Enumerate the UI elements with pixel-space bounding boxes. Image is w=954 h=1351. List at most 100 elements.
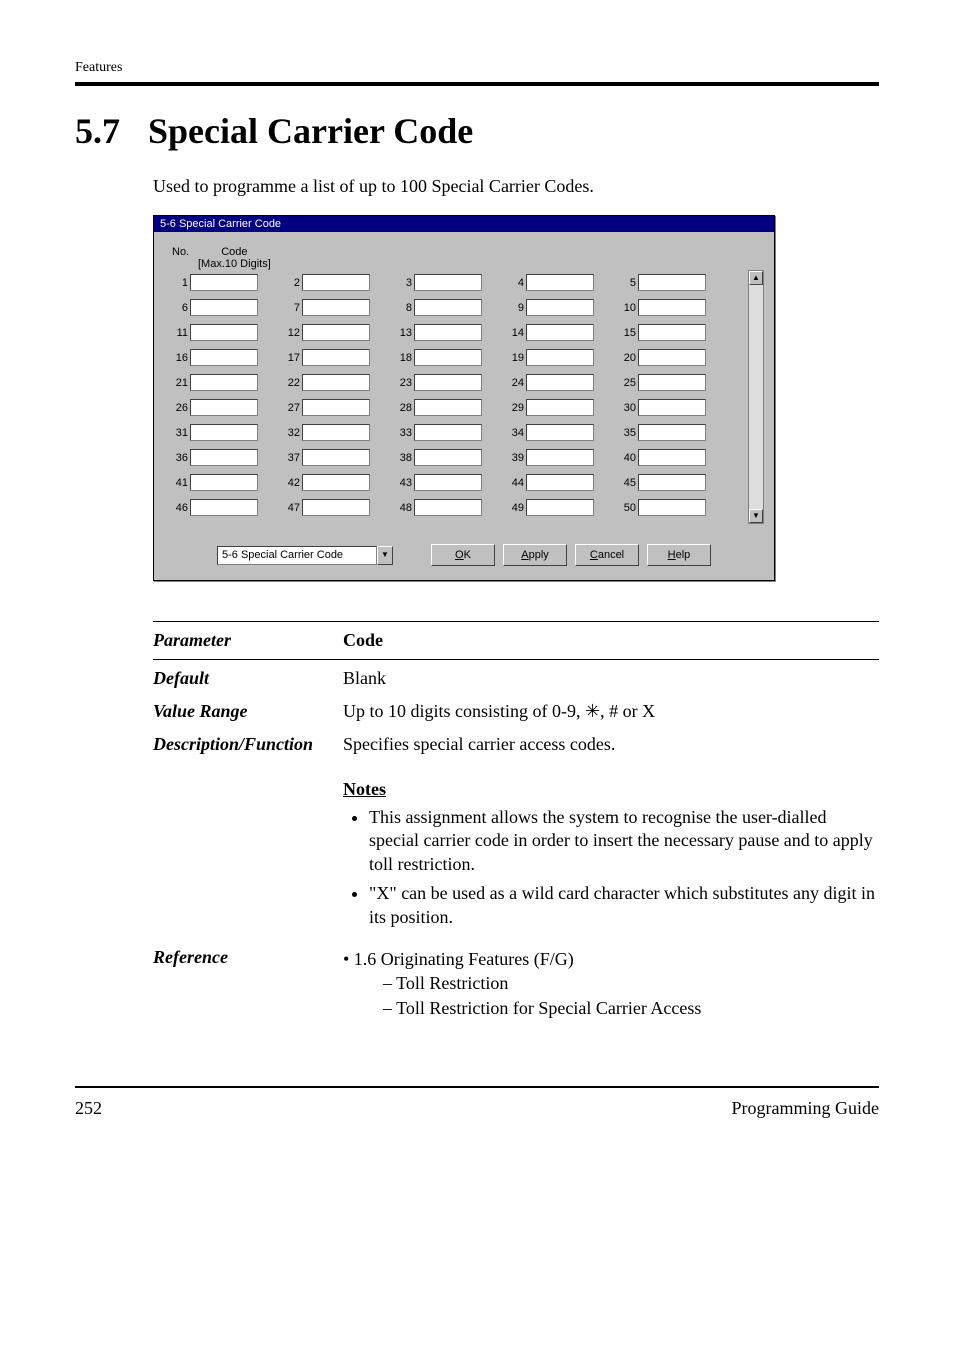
scrollbar[interactable]: ▲ ▼ xyxy=(748,270,764,524)
grid-cell: 45 xyxy=(618,474,706,491)
help-button[interactable]: Help xyxy=(647,544,711,566)
param-row-notes: Notes This assignment allows the system … xyxy=(153,761,879,941)
notes-heading: Notes xyxy=(343,779,879,800)
code-input[interactable] xyxy=(414,424,482,441)
grid-cell: 48 xyxy=(394,499,482,516)
code-input[interactable] xyxy=(414,399,482,416)
grid-cell: 15 xyxy=(618,324,706,341)
cell-number-label: 35 xyxy=(618,427,638,439)
code-input[interactable] xyxy=(414,449,482,466)
code-input[interactable] xyxy=(638,349,706,366)
code-input[interactable] xyxy=(638,424,706,441)
param-block: Parameter Code Default Blank Value Range… xyxy=(153,621,879,1026)
code-input[interactable] xyxy=(638,499,706,516)
grid-cell: 44 xyxy=(506,474,594,491)
dialog-button-row: 5-6 Special Carrier Code ▼ OK Apply Canc… xyxy=(164,538,764,570)
footer-title: Programming Guide xyxy=(732,1098,879,1119)
apply-button[interactable]: Apply xyxy=(503,544,567,566)
grid-row: 4647484950 xyxy=(170,497,740,522)
cell-number-label: 11 xyxy=(170,327,190,339)
code-input[interactable] xyxy=(190,399,258,416)
code-input[interactable] xyxy=(638,474,706,491)
grid-cell: 36 xyxy=(170,449,258,466)
code-input[interactable] xyxy=(414,349,482,366)
code-input[interactable] xyxy=(190,499,258,516)
label-notes-empty xyxy=(153,771,343,935)
cell-number-label: 9 xyxy=(506,302,526,314)
code-input[interactable] xyxy=(414,299,482,316)
section-name: Special Carrier Code xyxy=(148,111,473,151)
code-input[interactable] xyxy=(302,374,370,391)
code-input[interactable] xyxy=(414,324,482,341)
note-item-2: "X" can be used as a wild card character… xyxy=(369,882,879,929)
running-head: Features xyxy=(75,60,879,76)
grid-cell: 5 xyxy=(618,274,706,291)
intro-text: Used to programme a list of up to 100 Sp… xyxy=(153,176,879,197)
code-input[interactable] xyxy=(302,474,370,491)
code-input[interactable] xyxy=(638,399,706,416)
ok-button[interactable]: OK xyxy=(431,544,495,566)
code-input[interactable] xyxy=(526,499,594,516)
code-input[interactable] xyxy=(526,274,594,291)
code-input[interactable] xyxy=(190,424,258,441)
code-input[interactable] xyxy=(302,499,370,516)
nav-combo-value: 5-6 Special Carrier Code xyxy=(217,546,377,565)
footer-rule xyxy=(75,1086,879,1088)
code-input[interactable] xyxy=(302,349,370,366)
code-input[interactable] xyxy=(302,424,370,441)
code-input[interactable] xyxy=(302,299,370,316)
grid-cell: 47 xyxy=(282,499,370,516)
cell-number-label: 19 xyxy=(506,352,526,364)
cell-number-label: 37 xyxy=(282,452,302,464)
notes-list: This assignment allows the system to rec… xyxy=(343,806,879,929)
code-input[interactable] xyxy=(190,274,258,291)
code-input[interactable] xyxy=(190,299,258,316)
grid-cell: 22 xyxy=(282,374,370,391)
code-input[interactable] xyxy=(638,449,706,466)
cell-number-label: 49 xyxy=(506,502,526,514)
code-input[interactable] xyxy=(414,499,482,516)
code-input[interactable] xyxy=(526,399,594,416)
code-input[interactable] xyxy=(526,474,594,491)
code-input[interactable] xyxy=(526,349,594,366)
code-input[interactable] xyxy=(526,299,594,316)
code-input[interactable] xyxy=(302,324,370,341)
code-input[interactable] xyxy=(638,299,706,316)
code-input[interactable] xyxy=(190,349,258,366)
scroll-down-button[interactable]: ▼ xyxy=(749,509,763,523)
grid-cell: 40 xyxy=(618,449,706,466)
grid-cell: 30 xyxy=(618,399,706,416)
chevron-down-icon[interactable]: ▼ xyxy=(377,546,393,565)
code-input[interactable] xyxy=(414,274,482,291)
note-item-1: This assignment allows the system to rec… xyxy=(369,806,879,876)
code-grid: No. Code [Max.10 Digits] ▲ ▼ 12345678910… xyxy=(164,248,764,528)
cell-number-label: 8 xyxy=(394,302,414,314)
code-input[interactable] xyxy=(190,474,258,491)
code-input[interactable] xyxy=(526,424,594,441)
code-input[interactable] xyxy=(302,399,370,416)
grid-cell: 4 xyxy=(506,274,594,291)
cell-number-label: 40 xyxy=(618,452,638,464)
code-input[interactable] xyxy=(526,449,594,466)
cell-number-label: 47 xyxy=(282,502,302,514)
code-input[interactable] xyxy=(190,374,258,391)
grid-row: 1617181920 xyxy=(170,347,740,372)
code-input[interactable] xyxy=(638,374,706,391)
code-input[interactable] xyxy=(190,324,258,341)
cell-number-label: 42 xyxy=(282,477,302,489)
code-input[interactable] xyxy=(414,474,482,491)
cancel-button[interactable]: Cancel xyxy=(575,544,639,566)
code-input[interactable] xyxy=(190,449,258,466)
grid-cell: 34 xyxy=(506,424,594,441)
code-input[interactable] xyxy=(302,449,370,466)
grid-cell: 8 xyxy=(394,299,482,316)
nav-combo[interactable]: 5-6 Special Carrier Code ▼ xyxy=(217,544,393,566)
code-input[interactable] xyxy=(414,374,482,391)
code-input[interactable] xyxy=(638,274,706,291)
code-input[interactable] xyxy=(302,274,370,291)
code-input[interactable] xyxy=(526,374,594,391)
code-input[interactable] xyxy=(526,324,594,341)
scroll-up-button[interactable]: ▲ xyxy=(749,271,763,285)
code-input[interactable] xyxy=(638,324,706,341)
cell-number-label: 46 xyxy=(170,502,190,514)
